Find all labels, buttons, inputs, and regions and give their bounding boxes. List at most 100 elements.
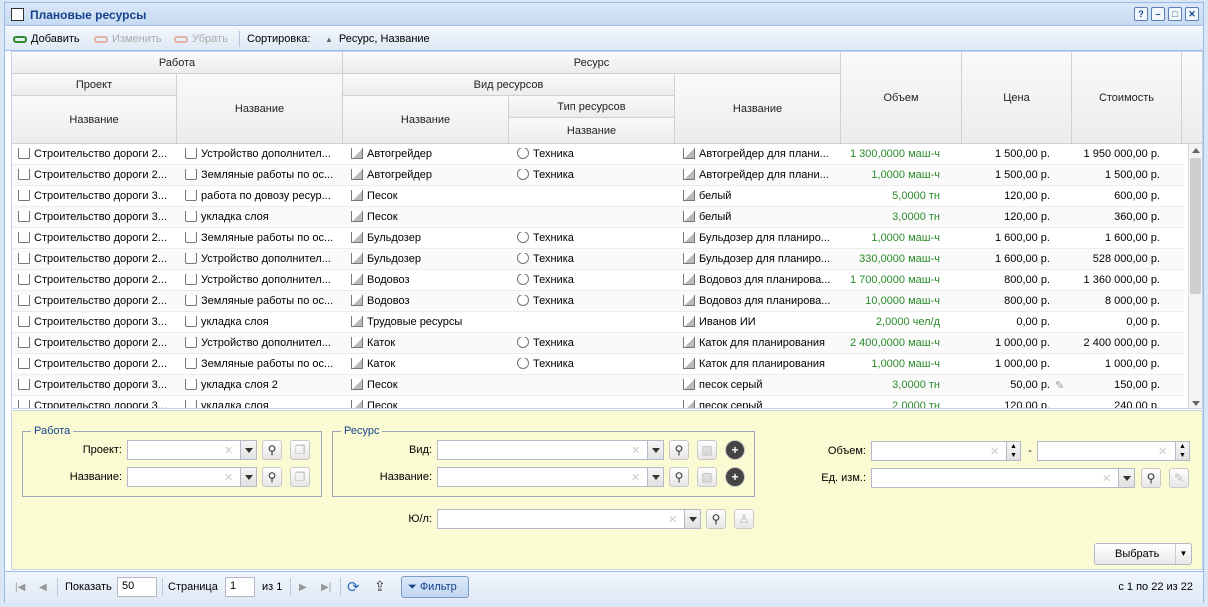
- clear-icon[interactable]: ✕: [224, 471, 233, 484]
- table-row[interactable]: Строительство дороги 3... укладка слоя Тру…: [12, 312, 1184, 333]
- table-row[interactable]: Строительство дороги 3... укладка слоя Пес…: [12, 207, 1184, 228]
- project-search-button[interactable]: ⚲: [262, 440, 282, 460]
- clear-icon[interactable]: ✕: [1158, 445, 1167, 458]
- header-resource-name[interactable]: Название: [675, 74, 841, 144]
- close-button[interactable]: ✕: [1185, 7, 1199, 21]
- work-name-combo[interactable]: ✕: [127, 467, 257, 487]
- clear-icon[interactable]: ✕: [631, 444, 640, 457]
- resource-name-text: Бульдозер для планиро...: [699, 232, 830, 244]
- volume-to-field[interactable]: ✕ ▲ ▼: [1037, 441, 1190, 461]
- res-name-search-button[interactable]: ⚲: [669, 467, 689, 487]
- table-row[interactable]: Строительство дороги 3... укладка слоя Пес…: [12, 396, 1184, 408]
- cell-type: Техника: [517, 253, 672, 265]
- work-open-button[interactable]: ❐: [290, 467, 310, 487]
- maximize-button[interactable]: □: [1168, 7, 1182, 21]
- scroll-thumb[interactable]: [1190, 158, 1201, 294]
- page-input[interactable]: 1: [225, 577, 255, 597]
- unit-edit-button[interactable]: ✎: [1169, 468, 1189, 488]
- res-name-image-button[interactable]: ▨: [697, 467, 717, 487]
- sort-button[interactable]: ▲ Ресурс, Название: [325, 33, 430, 45]
- table-row[interactable]: Строительство дороги 2... Земляные работы…: [12, 291, 1184, 312]
- clear-icon[interactable]: ✕: [668, 513, 677, 526]
- remove-button[interactable]: Убрать: [174, 33, 228, 45]
- page-size-input[interactable]: 50: [117, 577, 157, 597]
- legal-search-button[interactable]: ⚲: [706, 509, 726, 529]
- clear-icon[interactable]: ✕: [1102, 472, 1111, 485]
- help-button[interactable]: ?: [1134, 7, 1148, 21]
- select-button[interactable]: Выбрать ▼: [1094, 543, 1192, 565]
- legal-person-button[interactable]: ♙: [734, 509, 754, 529]
- kind-combo[interactable]: ✕: [437, 440, 664, 460]
- legal-combo[interactable]: ✕: [437, 509, 701, 529]
- header-volume[interactable]: Объем: [841, 52, 962, 144]
- cell-resource-name: Автогрейдер для плани...: [683, 148, 838, 160]
- table-row[interactable]: Строительство дороги 2... Земляные работы…: [12, 354, 1184, 375]
- dropdown-icon[interactable]: [240, 441, 256, 459]
- volume-from-field[interactable]: ✕ ▲ ▼: [871, 441, 1021, 461]
- header-project-name[interactable]: Название: [12, 96, 177, 144]
- resource-legend: Ресурс: [344, 425, 380, 437]
- edit-pencil-icon[interactable]: ✎: [1055, 379, 1064, 392]
- edit-button[interactable]: Изменить: [94, 33, 162, 45]
- table-row[interactable]: Строительство дороги 3... укладка слоя 2 П…: [12, 375, 1184, 396]
- table-row[interactable]: Строительство дороги 2... Земляные работы…: [12, 165, 1184, 186]
- image-icon: [683, 190, 695, 202]
- header-type-name[interactable]: Название: [509, 118, 675, 144]
- task-icon: [185, 379, 197, 391]
- clear-icon[interactable]: ✕: [990, 445, 999, 458]
- project-combo[interactable]: ✕: [127, 440, 257, 460]
- cell-work: укладка слоя: [185, 400, 340, 408]
- clear-icon[interactable]: ✕: [631, 471, 640, 484]
- scroll-up-icon[interactable]: [1192, 148, 1200, 153]
- spinner-icon[interactable]: ▲ ▼: [1006, 442, 1020, 460]
- dropdown-icon[interactable]: [647, 468, 663, 486]
- first-page-icon[interactable]: |◀: [15, 582, 25, 593]
- header-cost[interactable]: Стоимость: [1072, 52, 1182, 144]
- table-row[interactable]: Строительство дороги 3... работа по довоз…: [12, 186, 1184, 207]
- type-text: Техника: [533, 337, 574, 349]
- scroll-down-icon[interactable]: [1192, 401, 1200, 406]
- vertical-scrollbar[interactable]: [1188, 144, 1202, 408]
- dropdown-icon[interactable]: [1118, 469, 1134, 487]
- table-row[interactable]: Строительство дороги 2... Устройство допо…: [12, 249, 1184, 270]
- header-work-name[interactable]: Название: [177, 74, 343, 144]
- task-icon: [185, 169, 197, 181]
- cell-kind: Песок: [351, 190, 506, 202]
- kind-search-button[interactable]: ⚲: [669, 440, 689, 460]
- table-row[interactable]: Строительство дороги 2... Устройство допо…: [12, 333, 1184, 354]
- table-row[interactable]: Строительство дороги 2... Земляные работы…: [12, 228, 1184, 249]
- kind-image-button[interactable]: ▨: [697, 440, 717, 460]
- refresh-icon[interactable]: ⟳: [347, 578, 360, 596]
- project-text: Строительство дороги 2...: [34, 358, 167, 370]
- dropdown-icon[interactable]: [240, 468, 256, 486]
- project-open-button[interactable]: ❐: [290, 440, 310, 460]
- res-name-add-button[interactable]: +: [725, 467, 745, 487]
- unit-combo[interactable]: ✕: [871, 468, 1135, 488]
- table-row[interactable]: Строительство дороги 2... Устройство допо…: [12, 144, 1184, 165]
- spinner-icon[interactable]: ▲ ▼: [1175, 442, 1189, 460]
- add-button[interactable]: Добавить: [13, 33, 80, 45]
- kind-text: Автогрейдер: [367, 169, 433, 181]
- resource-name-text: Автогрейдер для плани...: [699, 148, 829, 160]
- header-price[interactable]: Цена: [962, 52, 1072, 144]
- image-icon: [351, 379, 363, 391]
- chevron-down-icon[interactable]: ▼: [1175, 544, 1191, 564]
- dropdown-icon[interactable]: [684, 510, 700, 528]
- work-search-button[interactable]: ⚲: [262, 467, 282, 487]
- export-icon[interactable]: ⇪: [374, 578, 386, 595]
- header-kind-name[interactable]: Название: [343, 96, 509, 144]
- minimize-button[interactable]: –: [1151, 7, 1165, 21]
- kind-add-button[interactable]: +: [725, 440, 745, 460]
- last-page-icon[interactable]: ▶|: [321, 582, 331, 593]
- res-name-combo[interactable]: ✕: [437, 467, 664, 487]
- dropdown-icon[interactable]: [647, 441, 663, 459]
- work-text: укладка слоя 2: [201, 379, 278, 391]
- filter-toggle-button[interactable]: ⏷ Фильтр: [401, 576, 469, 598]
- clear-icon[interactable]: ✕: [224, 444, 233, 457]
- table-row[interactable]: Строительство дороги 2... Устройство допо…: [12, 270, 1184, 291]
- prev-page-icon[interactable]: ◀: [39, 582, 47, 593]
- next-page-icon[interactable]: ▶: [299, 582, 307, 593]
- cell-cost: 528 000,00 р.: [1092, 253, 1160, 265]
- unit-search-button[interactable]: ⚲: [1141, 468, 1161, 488]
- edit-label: Изменить: [112, 33, 162, 45]
